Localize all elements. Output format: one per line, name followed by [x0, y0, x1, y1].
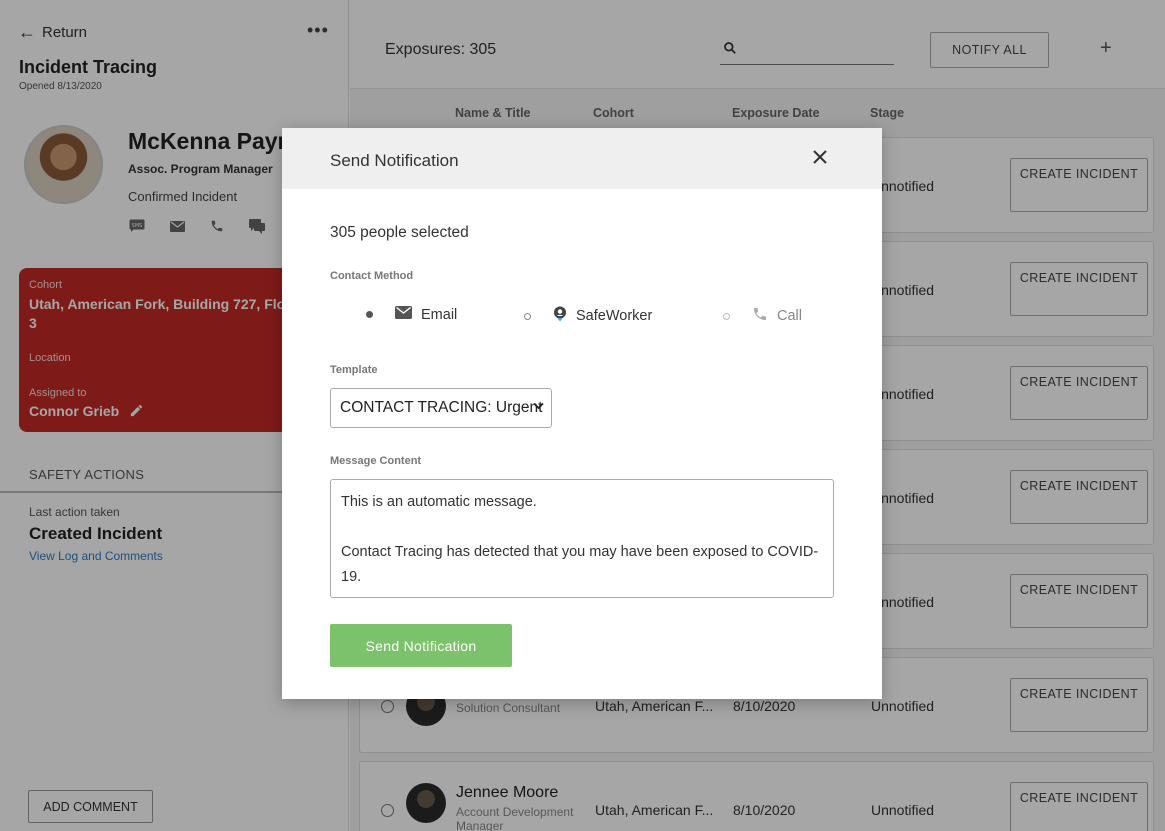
- dialog-header: Send Notification: [282, 128, 882, 189]
- contact-method-label: Contact Method: [330, 270, 414, 282]
- message-content-textarea[interactable]: This is an automatic message. Contact Tr…: [330, 479, 834, 598]
- send-notification-button[interactable]: Send Notification: [330, 624, 512, 667]
- radio-unselected[interactable]: [524, 312, 531, 320]
- contact-method-call[interactable]: Call: [723, 306, 802, 326]
- radio-unselected[interactable]: [723, 312, 730, 320]
- dialog-title: Send Notification: [330, 151, 459, 170]
- method-label: SafeWorker: [576, 308, 653, 324]
- method-label: Email: [421, 306, 458, 323]
- email-icon: [395, 306, 412, 323]
- send-notification-dialog: Send Notification 305 people selected Co…: [282, 128, 882, 699]
- phone-icon: [752, 306, 768, 326]
- close-icon[interactable]: [812, 147, 828, 169]
- chevron-down-icon: [533, 399, 544, 413]
- method-label: Call: [777, 308, 802, 324]
- contact-method-email[interactable]: Email: [366, 306, 457, 323]
- template-value: CONTACT TRACING: Urgent: [340, 399, 543, 416]
- selected-count: 305 people selected: [330, 224, 469, 241]
- message-content-label: Message Content: [330, 455, 422, 467]
- template-label: Template: [330, 364, 378, 376]
- safeworker-icon: [553, 306, 567, 326]
- contact-method-safeworker[interactable]: SafeWorker: [524, 306, 652, 326]
- radio-selected[interactable]: [366, 311, 373, 318]
- template-select[interactable]: CONTACT TRACING: Urgent: [330, 388, 552, 428]
